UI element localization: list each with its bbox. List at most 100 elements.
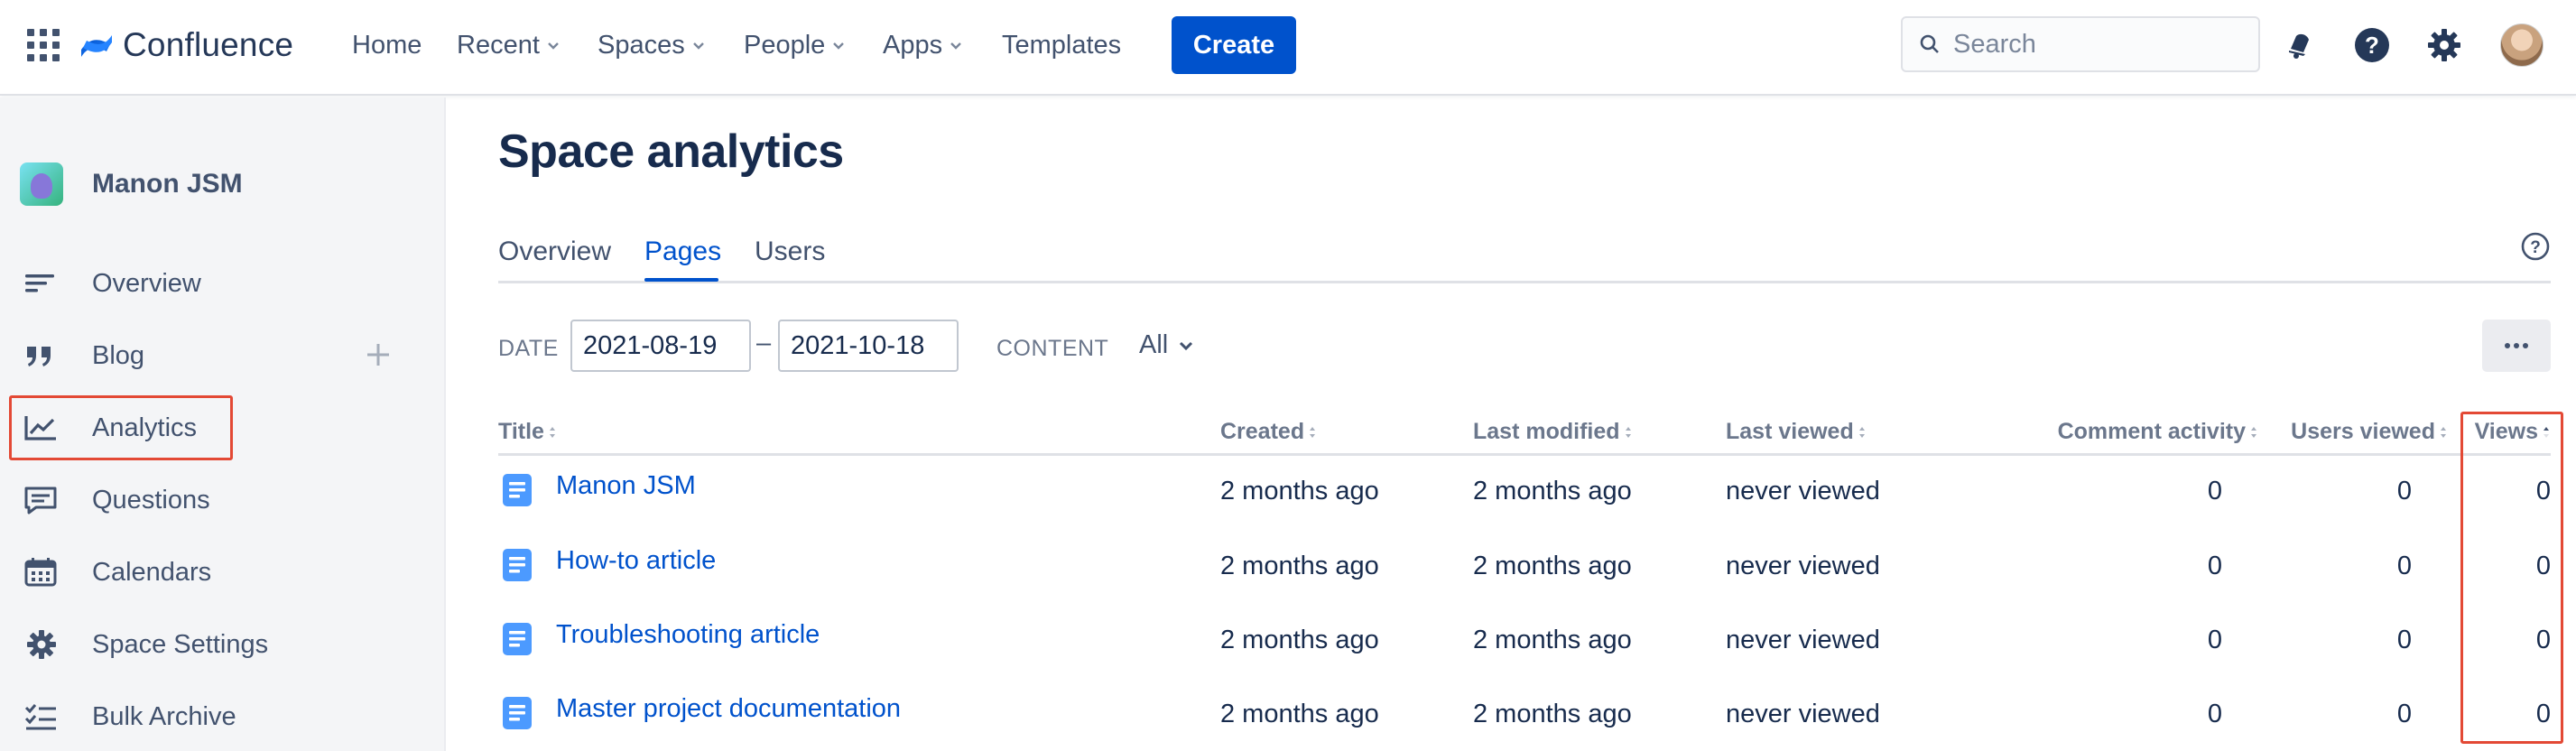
column-header-label: Created bbox=[1220, 419, 1305, 444]
bulk-archive-icon bbox=[24, 704, 56, 730]
column-header-label: Title bbox=[498, 419, 544, 444]
column-header-created[interactable]: Created bbox=[1220, 419, 1317, 445]
sidebar-item-label: Bulk Archive bbox=[92, 701, 236, 731]
sidebar-item-questions[interactable]: Questions bbox=[0, 471, 446, 529]
nav-spaces[interactable]: Spaces bbox=[598, 27, 707, 63]
content-filter-label: CONTENT bbox=[996, 336, 1109, 361]
last-viewed-cell: never viewed bbox=[1726, 552, 1880, 580]
search-icon bbox=[1920, 34, 1939, 53]
column-header-label: Comment activity bbox=[2057, 419, 2246, 444]
page-title-link[interactable]: Master project documentation bbox=[556, 694, 901, 724]
create-button[interactable]: Create bbox=[1172, 16, 1296, 74]
svg-text:?: ? bbox=[2365, 32, 2379, 59]
column-header-comment-activity[interactable]: Comment activity bbox=[1988, 419, 2258, 445]
created-cell: 2 months ago bbox=[1220, 552, 1379, 580]
more-actions-button[interactable] bbox=[2482, 320, 2551, 372]
more-icon bbox=[2505, 343, 2528, 348]
nav-recent[interactable]: Recent bbox=[457, 27, 561, 63]
sidebar-item-calendars[interactable]: Calendars bbox=[0, 543, 446, 601]
add-blog-post-icon[interactable] bbox=[363, 339, 394, 370]
last-modified-cell: 2 months ago bbox=[1473, 552, 1632, 580]
page-title-link[interactable]: Troubleshooting article bbox=[556, 620, 820, 650]
main-content: Space analytics Overview Pages Users ? D… bbox=[498, 97, 2551, 751]
nav-home[interactable]: Home bbox=[352, 27, 422, 63]
tab-overview[interactable]: Overview bbox=[498, 236, 611, 267]
views-column-highlight-box bbox=[2460, 412, 2563, 744]
sort-icon bbox=[549, 426, 555, 438]
column-header-last-modified[interactable]: Last modified bbox=[1473, 419, 1633, 445]
settings-gear-icon[interactable] bbox=[2424, 25, 2464, 65]
space-avatar bbox=[20, 162, 63, 206]
top-navigation: Confluence Home Recent Spaces People App… bbox=[0, 0, 2576, 96]
created-cell: 2 months ago bbox=[1220, 477, 1379, 505]
comment-activity-cell: 0 bbox=[2207, 700, 2222, 728]
created-cell: 2 months ago bbox=[1220, 626, 1379, 654]
sort-icon bbox=[1310, 426, 1316, 438]
search-input[interactable] bbox=[1953, 29, 2242, 60]
analytics-highlight-box bbox=[9, 395, 233, 460]
page-title-link[interactable]: How-to article bbox=[556, 546, 716, 576]
column-header-users-viewed[interactable]: Users viewed bbox=[2222, 419, 2448, 445]
nav-apps[interactable]: Apps bbox=[883, 27, 964, 63]
confluence-logo-icon bbox=[81, 35, 112, 57]
column-header-title[interactable]: Title bbox=[498, 419, 557, 445]
date-from-input[interactable]: 2021-08-19 bbox=[570, 320, 751, 372]
analytics-tabs: Overview Pages Users bbox=[498, 226, 2551, 283]
nav-people-label: People bbox=[744, 30, 826, 60]
users-viewed-cell: 0 bbox=[2396, 552, 2412, 580]
sidebar-item-overview[interactable]: Overview bbox=[0, 255, 446, 312]
page-title-link[interactable]: Manon JSM bbox=[556, 471, 696, 501]
content-filter-value: All bbox=[1139, 330, 1169, 359]
last-modified-cell: 2 months ago bbox=[1473, 626, 1632, 654]
tab-pages[interactable]: Pages bbox=[644, 236, 721, 267]
sidebar-item-label: Blog bbox=[92, 340, 145, 370]
table-row: Master project documentation 2 months ag… bbox=[498, 678, 2551, 751]
help-icon[interactable]: ? bbox=[2352, 25, 2392, 65]
active-tab-indicator bbox=[644, 278, 718, 282]
users-viewed-cell: 0 bbox=[2396, 477, 2412, 505]
chevron-down-icon bbox=[1180, 341, 1193, 350]
question-circle-icon[interactable]: ? bbox=[2520, 231, 2551, 262]
users-viewed-cell: 0 bbox=[2396, 626, 2412, 654]
user-avatar[interactable] bbox=[2500, 23, 2544, 67]
tab-users[interactable]: Users bbox=[755, 236, 825, 267]
created-cell: 2 months ago bbox=[1220, 700, 1379, 728]
space-header[interactable]: Manon JSM bbox=[20, 162, 243, 206]
overview-icon bbox=[25, 274, 54, 292]
sidebar-item-bulk-archive[interactable]: Bulk Archive bbox=[0, 688, 446, 746]
table-row: Manon JSM 2 months ago 2 months ago neve… bbox=[498, 455, 2551, 529]
chevron-down-icon bbox=[950, 42, 961, 50]
search-box[interactable] bbox=[1901, 16, 2260, 72]
gear-icon bbox=[27, 630, 56, 659]
nav-home-label: Home bbox=[352, 30, 422, 60]
quote-icon bbox=[27, 347, 51, 366]
date-to-input[interactable]: 2021-10-18 bbox=[778, 320, 959, 372]
sidebar-item-blog[interactable]: Blog bbox=[0, 327, 446, 385]
sort-icon bbox=[1625, 426, 1631, 438]
brand-name: Confluence bbox=[123, 26, 294, 63]
notifications-icon[interactable] bbox=[2280, 25, 2320, 65]
chevron-down-icon bbox=[548, 42, 559, 50]
column-header-label: Users viewed bbox=[2291, 419, 2435, 444]
last-viewed-cell: never viewed bbox=[1726, 700, 1880, 728]
content-filter-select[interactable]: All bbox=[1139, 330, 1195, 360]
confluence-logo[interactable]: Confluence bbox=[79, 23, 293, 67]
app-switcher-icon[interactable] bbox=[27, 29, 60, 61]
calendar-icon bbox=[24, 558, 57, 587]
users-viewed-cell: 0 bbox=[2396, 700, 2412, 728]
sort-icon bbox=[1858, 426, 1865, 438]
date-range-separator: – bbox=[756, 329, 772, 357]
space-name: Manon JSM bbox=[92, 169, 243, 199]
page-title: Space analytics bbox=[498, 125, 844, 178]
column-header-last-viewed[interactable]: Last viewed bbox=[1726, 419, 1867, 445]
comment-activity-cell: 0 bbox=[2207, 626, 2222, 654]
nav-spaces-label: Spaces bbox=[598, 30, 685, 60]
sidebar-item-label: Space Settings bbox=[92, 629, 269, 659]
nav-people[interactable]: People bbox=[744, 27, 847, 63]
nav-templates-label: Templates bbox=[1002, 30, 1122, 60]
comment-activity-cell: 0 bbox=[2207, 477, 2222, 505]
sidebar-item-space-settings[interactable]: Space Settings bbox=[0, 616, 446, 673]
nav-apps-label: Apps bbox=[883, 30, 943, 60]
nav-templates[interactable]: Templates bbox=[1002, 27, 1121, 63]
page-icon bbox=[503, 623, 532, 655]
